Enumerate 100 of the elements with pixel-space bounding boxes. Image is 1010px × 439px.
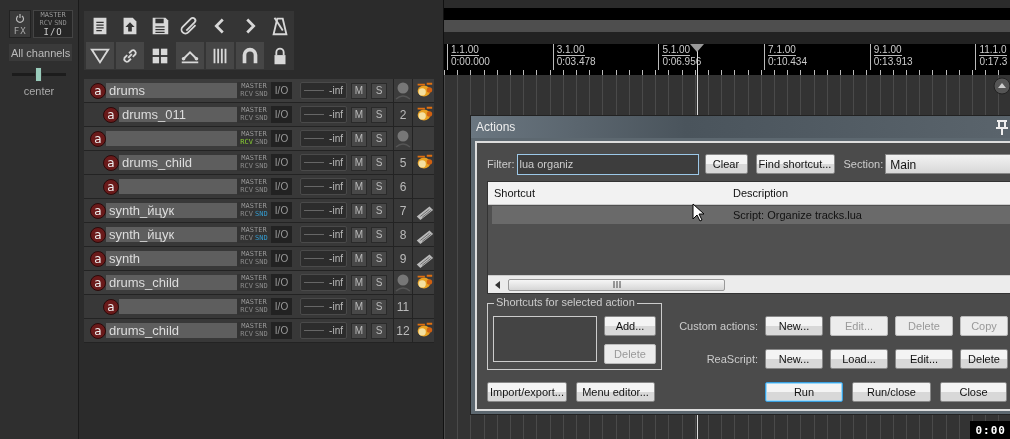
clear-button[interactable]: Clear xyxy=(704,154,748,174)
close-button[interactable]: Close xyxy=(940,382,1007,402)
record-arm-button[interactable]: a xyxy=(90,130,106,147)
channels-button[interactable]: All channels xyxy=(9,44,72,61)
volume-field[interactable]: -inf xyxy=(300,226,347,243)
io-button[interactable]: I/O xyxy=(271,178,292,195)
mute-button[interactable]: M xyxy=(351,226,367,243)
track-name-field[interactable]: synth_йцук xyxy=(106,203,237,218)
menu-editor-button[interactable]: Menu editor... xyxy=(576,382,655,402)
record-arm-button[interactable]: a xyxy=(103,298,119,315)
volume-field[interactable]: -inf xyxy=(300,106,347,123)
solo-button[interactable]: S xyxy=(371,274,387,291)
grip-icon xyxy=(612,281,621,288)
volume-field[interactable]: -inf xyxy=(300,322,347,339)
find-shortcut-button[interactable]: Find shortcut... xyxy=(755,154,835,174)
track-name-field[interactable]: drums_child xyxy=(119,155,237,170)
solo-button[interactable]: S xyxy=(371,154,387,171)
column-header[interactable]: Shortcut xyxy=(488,187,727,199)
delete-button[interactable]: Delete xyxy=(960,348,1008,369)
io-button[interactable]: I/O xyxy=(271,106,292,123)
track-name-field[interactable]: drums xyxy=(106,83,237,98)
volume-field[interactable]: -inf xyxy=(300,130,347,147)
power-icon xyxy=(15,13,26,23)
mute-button[interactable]: M xyxy=(351,322,367,339)
mute-button[interactable]: M xyxy=(351,106,367,123)
io-button[interactable]: I/O xyxy=(271,82,292,99)
dialog-title: Actions xyxy=(476,120,516,134)
solo-button[interactable]: S xyxy=(371,250,387,267)
record-arm-button[interactable]: a xyxy=(90,274,106,291)
envelope-point-button[interactable] xyxy=(176,42,204,69)
solo-button[interactable]: S xyxy=(371,202,387,219)
pan-thumb[interactable] xyxy=(35,67,42,82)
solo-button[interactable]: S xyxy=(371,298,387,315)
track-name-field[interactable]: synth_йцук xyxy=(106,227,237,242)
mute-button[interactable]: M xyxy=(351,250,367,267)
mute-button[interactable]: M xyxy=(351,154,367,171)
record-arm-button[interactable]: a xyxy=(103,154,119,171)
pin-icon[interactable] xyxy=(996,119,1008,135)
magnet-button[interactable] xyxy=(236,42,264,69)
volume-field[interactable]: -inf xyxy=(300,178,347,195)
volume-field[interactable]: -inf xyxy=(300,274,347,291)
io-button[interactable]: I/O xyxy=(271,154,292,171)
solo-button[interactable]: S xyxy=(371,106,387,123)
shortcuts-list[interactable] xyxy=(493,316,597,362)
volume-field[interactable]: -inf xyxy=(300,154,347,171)
mute-button[interactable]: M xyxy=(351,298,367,315)
bars-button[interactable] xyxy=(206,42,234,69)
filter-field[interactable]: lua organiz xyxy=(516,153,699,175)
fx-button[interactable]: FX xyxy=(9,10,32,38)
volume-field[interactable]: -inf xyxy=(300,298,347,315)
new-button[interactable]: New... xyxy=(765,348,823,369)
scroll-up-button[interactable] xyxy=(993,77,1010,95)
io-button[interactable]: I/O xyxy=(271,322,292,339)
track-name-field[interactable]: drums_011 xyxy=(119,107,237,122)
import-export-button[interactable]: Import/export... xyxy=(487,382,567,402)
mute-button[interactable]: M xyxy=(351,82,367,99)
io-button[interactable]: I/O xyxy=(271,250,292,267)
solo-button[interactable]: S xyxy=(371,82,387,99)
column-header[interactable]: Description xyxy=(727,187,789,199)
run-button[interactable]: Run xyxy=(765,382,843,402)
io-button[interactable]: I/O xyxy=(271,226,292,243)
pan-slider[interactable] xyxy=(12,67,66,82)
io-button[interactable]: I/O xyxy=(271,130,292,147)
record-arm-button[interactable]: a xyxy=(90,202,106,219)
run-close-button[interactable]: Run/close xyxy=(852,382,931,402)
io-button[interactable]: I/O xyxy=(271,298,292,315)
track-name-field[interactable]: synth xyxy=(106,251,237,266)
link-button[interactable] xyxy=(116,42,144,69)
mute-button[interactable]: M xyxy=(351,202,367,219)
table-row[interactable]: Script: Organize tracks.lua xyxy=(492,206,1010,224)
section-dropdown[interactable]: Main xyxy=(885,154,1010,174)
solo-button[interactable]: S xyxy=(371,178,387,195)
io-button[interactable]: I/O xyxy=(271,274,292,291)
volume-field[interactable]: -inf xyxy=(300,250,347,267)
volume-field[interactable]: -inf xyxy=(300,202,347,219)
record-arm-button[interactable]: a xyxy=(103,178,119,195)
scrollbar-thumb[interactable] xyxy=(508,278,725,291)
add-button[interactable]: Add... xyxy=(604,316,656,336)
mute-button[interactable]: M xyxy=(351,178,367,195)
load-button[interactable]: Load... xyxy=(830,348,888,369)
solo-button[interactable]: S xyxy=(371,130,387,147)
track-name-field[interactable]: drums_child xyxy=(106,323,237,338)
mute-button[interactable]: M xyxy=(351,130,367,147)
time-label: 0:10.434 xyxy=(768,56,808,68)
volume-field[interactable]: -inf xyxy=(300,82,347,99)
record-arm-button[interactable]: a xyxy=(90,250,106,267)
io-button[interactable]: I/O xyxy=(43,27,63,37)
horizontal-scrollbar[interactable] xyxy=(488,275,1010,293)
record-arm-button[interactable]: a xyxy=(90,82,106,99)
solo-button[interactable]: S xyxy=(371,226,387,243)
funnel-button[interactable] xyxy=(86,42,114,69)
record-arm-button[interactable]: a xyxy=(90,322,106,339)
io-button[interactable]: I/O xyxy=(271,202,292,219)
new-button[interactable]: New... xyxy=(765,316,823,337)
edit-button[interactable]: Edit... xyxy=(895,348,953,369)
solo-button[interactable]: S xyxy=(371,322,387,339)
track-name-field[interactable]: drums_child xyxy=(106,275,237,290)
mute-button[interactable]: M xyxy=(351,274,367,291)
record-arm-button[interactable]: a xyxy=(103,106,119,123)
record-arm-button[interactable]: a xyxy=(90,226,106,243)
